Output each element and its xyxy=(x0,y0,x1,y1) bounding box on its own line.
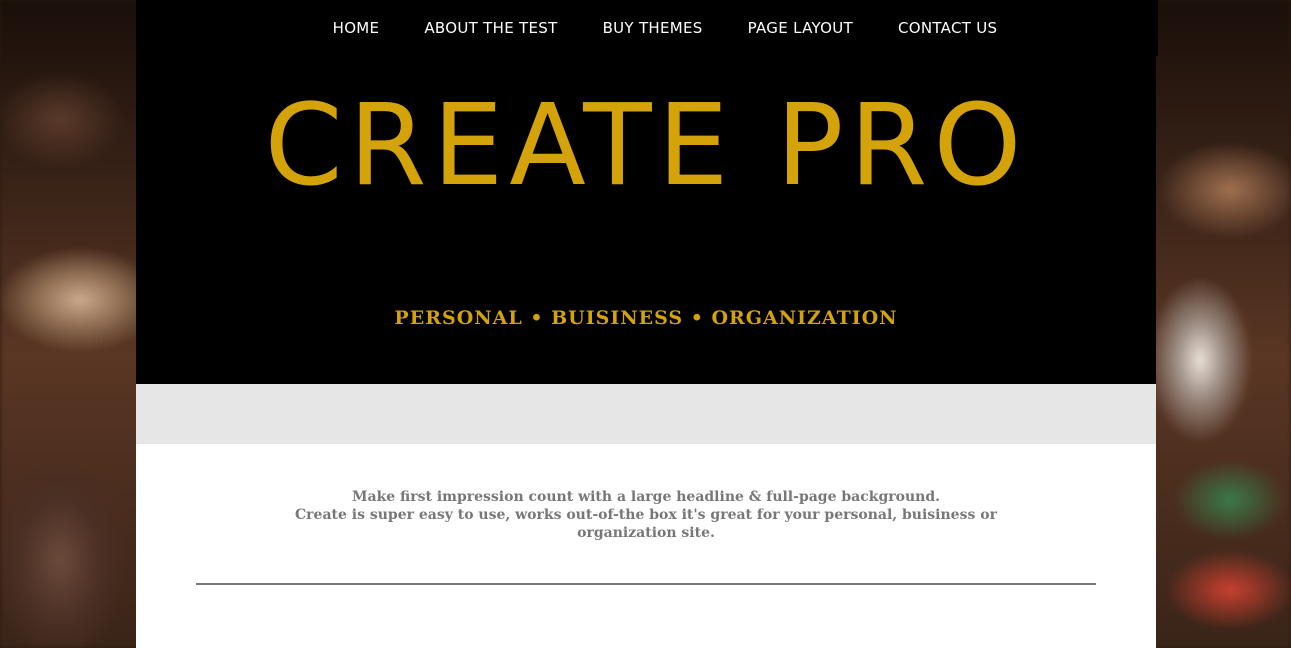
main-content: Make first impression count with a large… xyxy=(136,444,1156,648)
intro-line-1: Make first impression count with a large… xyxy=(352,489,940,505)
site-tagline: PERSONAL • BUISINESS • ORGANIZATION xyxy=(394,307,898,329)
gray-band xyxy=(136,384,1156,444)
nav-menu: HOME ABOUT THE TEST BUY THEMES PAGE LAYO… xyxy=(136,0,1156,56)
top-navigation: HOME ABOUT THE TEST BUY THEMES PAGE LAYO… xyxy=(136,0,1158,56)
content-divider xyxy=(196,583,1096,585)
page-container: HOME ABOUT THE TEST BUY THEMES PAGE LAYO… xyxy=(136,0,1158,648)
site-title[interactable]: CREATE PRO xyxy=(136,76,1156,216)
nav-item-home[interactable]: HOME xyxy=(333,19,380,37)
nav-item-buy-themes[interactable]: BUY THEMES xyxy=(603,19,703,37)
nav-item-contact-us[interactable]: CONTACT US xyxy=(898,19,997,37)
nav-item-page-layout[interactable]: PAGE LAYOUT xyxy=(748,19,853,37)
intro-text: Make first impression count with a large… xyxy=(266,488,1026,542)
intro-line-2: Create is super easy to use, works out-o… xyxy=(295,507,997,541)
hero-header: CREATE PRO PERSONAL • BUISINESS • ORGANI… xyxy=(136,56,1156,384)
nav-item-about-the-test[interactable]: ABOUT THE TEST xyxy=(424,19,557,37)
